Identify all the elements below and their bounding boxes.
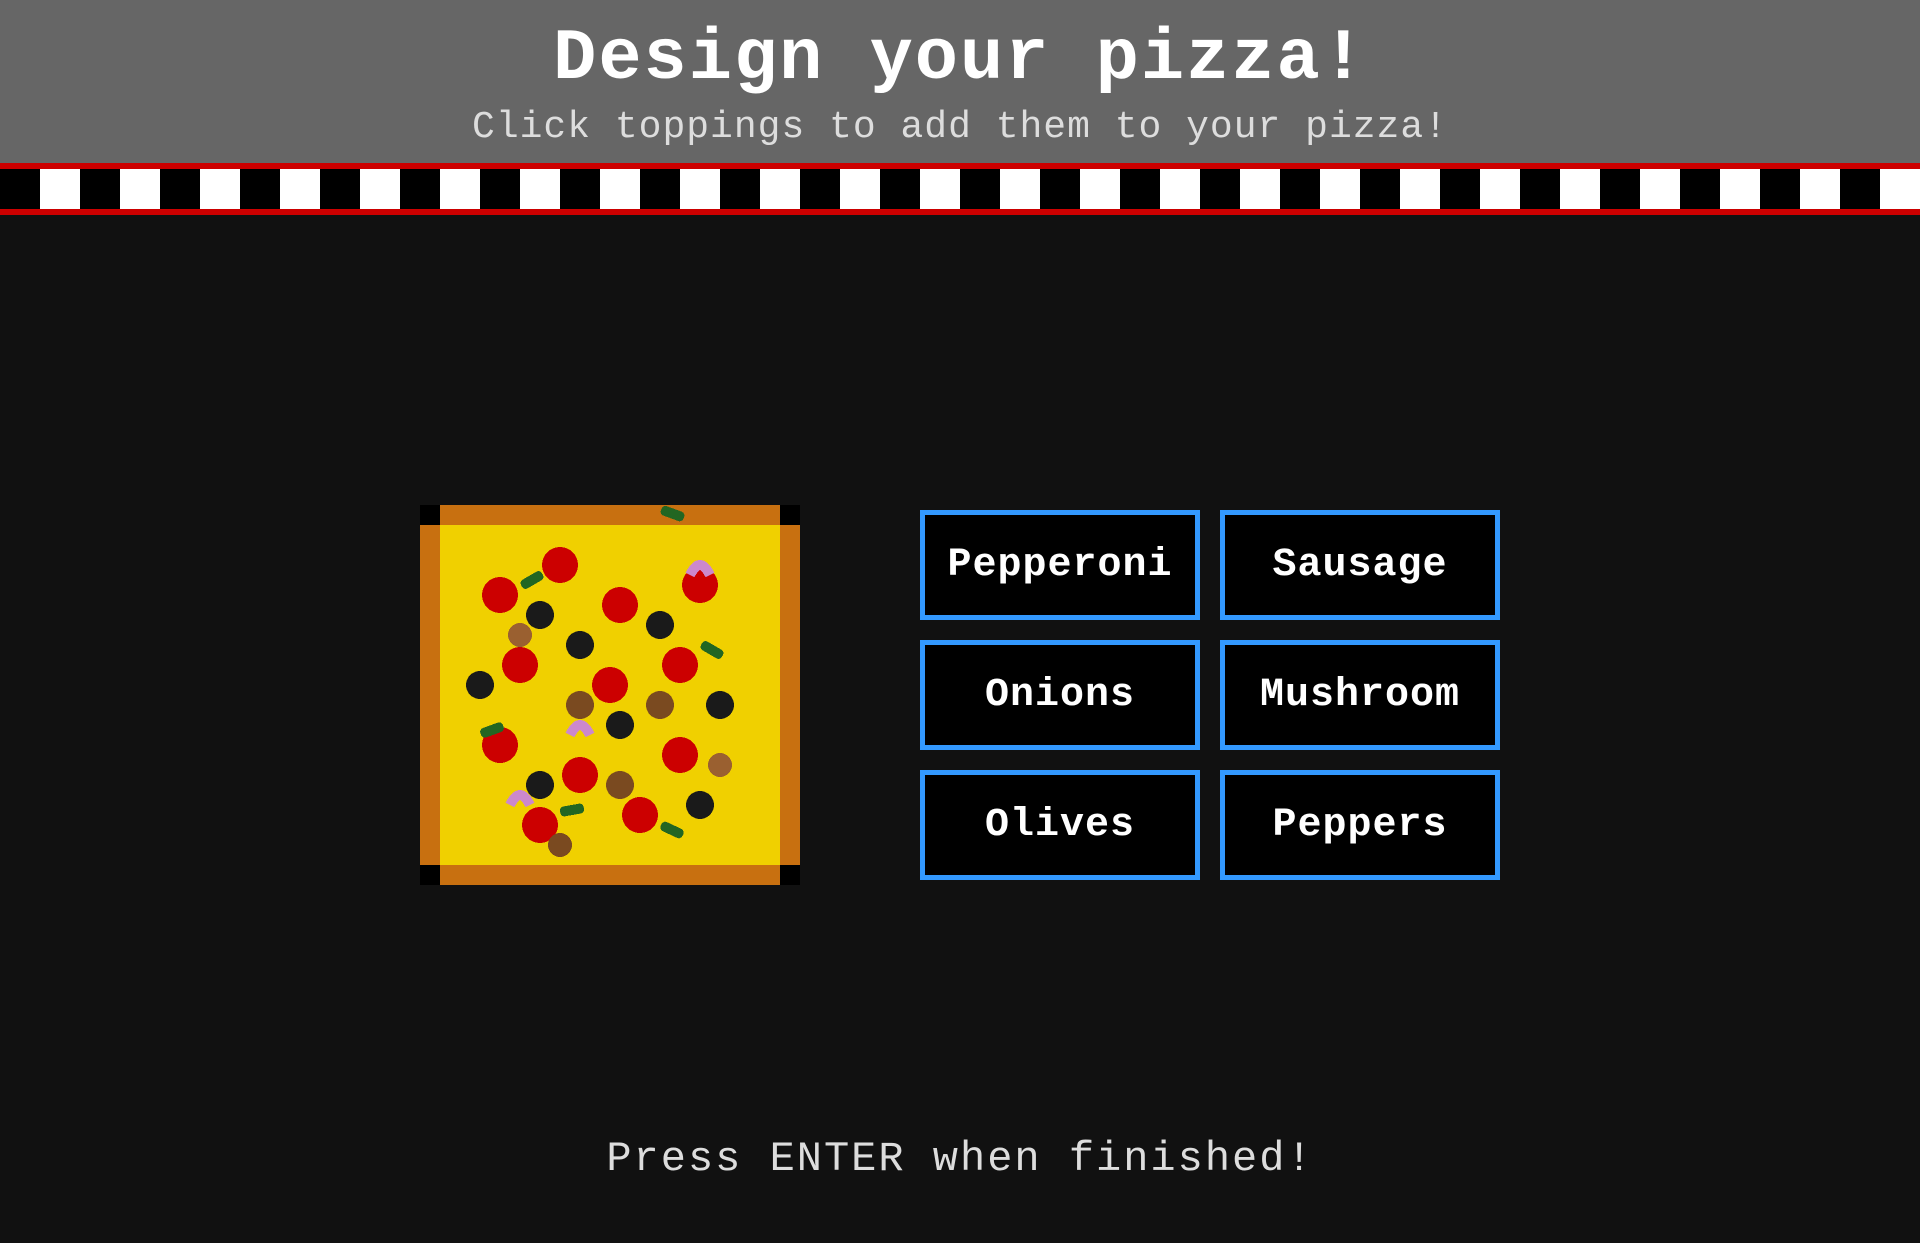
pizza-display — [420, 505, 800, 885]
header-section: Design your pizza! Click toppings to add… — [0, 0, 1920, 163]
topping-btn-onions[interactable]: Onions — [920, 640, 1200, 750]
main-content: PepperoniSausageOnionsMushroomOlivesPepp… — [0, 215, 1920, 1243]
content-row: PepperoniSausageOnionsMushroomOlivesPepp… — [420, 255, 1500, 1135]
page-title: Design your pizza! — [0, 18, 1920, 100]
topping-btn-peppers[interactable]: Peppers — [1220, 770, 1500, 880]
topping-btn-pepperoni[interactable]: Pepperoni — [920, 510, 1200, 620]
checker-border — [0, 163, 1920, 215]
toppings-grid: PepperoniSausageOnionsMushroomOlivesPepp… — [920, 510, 1500, 880]
topping-btn-sausage[interactable]: Sausage — [1220, 510, 1500, 620]
subtitle-text: Click toppings to add them to your pizza… — [0, 106, 1920, 149]
topping-btn-mushroom[interactable]: Mushroom — [1220, 640, 1500, 750]
bottom-prompt: Press ENTER when finished! — [606, 1135, 1313, 1183]
topping-btn-olives[interactable]: Olives — [920, 770, 1200, 880]
